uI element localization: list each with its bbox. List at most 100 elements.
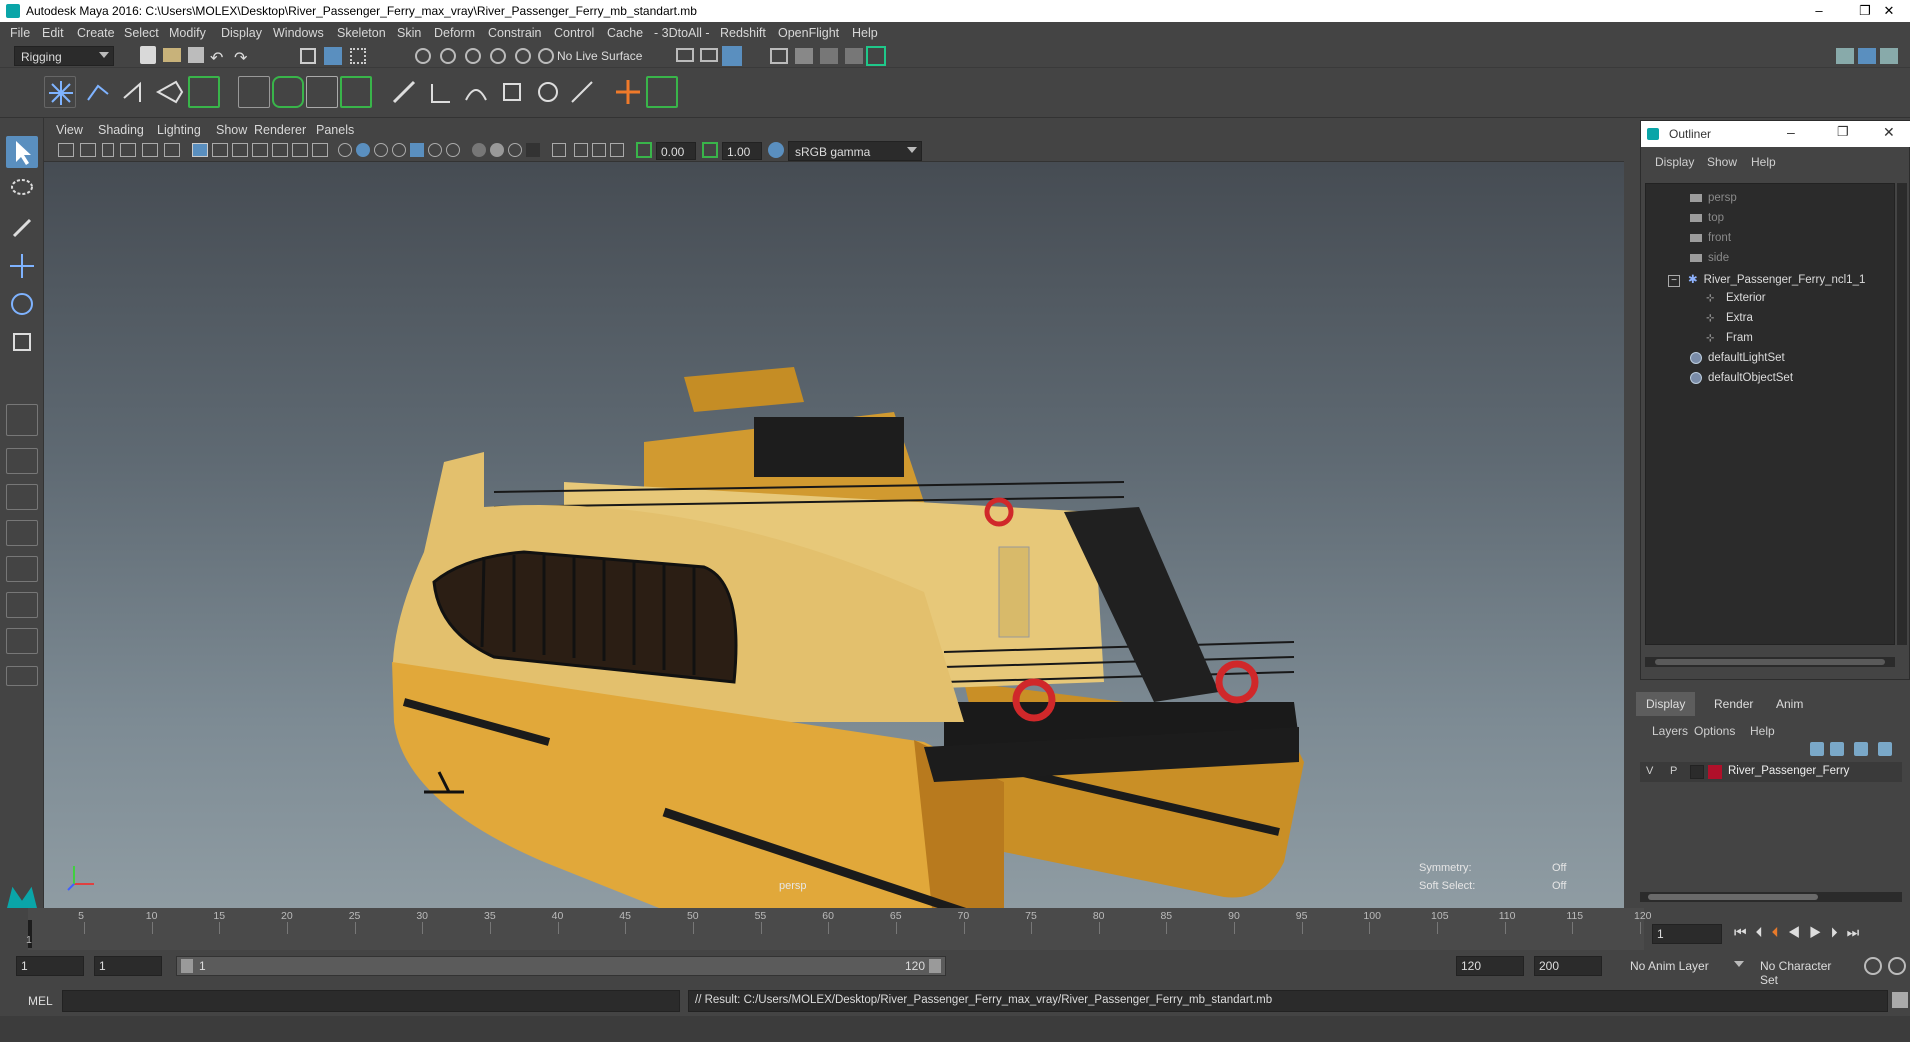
ik-handle-icon[interactable]: [82, 76, 114, 108]
menuset-dropdown[interactable]: Rigging: [14, 46, 114, 66]
ik-spline-icon[interactable]: [118, 76, 150, 108]
play-backwards-icon[interactable]: ◀: [1788, 924, 1810, 940]
perspective-viewport[interactable]: persp Symmetry: Off Soft Select: Off: [44, 162, 1624, 908]
lasso-tool-icon[interactable]: [6, 174, 38, 206]
parent-constraint-icon[interactable]: [388, 76, 420, 108]
camera-attributes-icon[interactable]: [80, 143, 96, 157]
point-constraint-icon[interactable]: [424, 76, 456, 108]
render-view-icon[interactable]: [676, 48, 694, 62]
custom-layout-icon[interactable]: [6, 592, 38, 618]
image-plane-icon[interactable]: [120, 143, 136, 157]
open-scene-icon[interactable]: [163, 48, 181, 62]
outliner-item[interactable]: side: [1690, 252, 1729, 264]
menu-display[interactable]: Display: [221, 26, 262, 40]
render-layer-icon[interactable]: [820, 48, 838, 64]
redshift-render-icon[interactable]: [866, 46, 886, 66]
command-input[interactable]: [62, 990, 680, 1012]
camera-select-icon[interactable]: [58, 143, 74, 157]
new-layer-icon[interactable]: [1854, 742, 1868, 756]
multisample-aa-icon[interactable]: [490, 143, 504, 157]
panel-menu-show[interactable]: Show: [216, 123, 247, 137]
new-layer-selected-icon[interactable]: [1878, 742, 1892, 756]
menu-cache[interactable]: Cache: [607, 26, 643, 40]
outliner-minimize-button[interactable]: –: [1787, 124, 1795, 140]
layout-options-icon[interactable]: [6, 666, 38, 686]
layer-display-type[interactable]: [1690, 765, 1704, 779]
snap-surface-icon[interactable]: [515, 48, 531, 64]
scale-constraint-icon[interactable]: [496, 76, 528, 108]
hypershade-icon[interactable]: [795, 48, 813, 64]
script-editor-icon[interactable]: [1892, 992, 1908, 1008]
undo-icon[interactable]: ↶: [210, 48, 230, 68]
select-component-icon[interactable]: [350, 48, 366, 64]
layer-menu-layers[interactable]: Layers: [1652, 724, 1688, 738]
textured-icon[interactable]: [392, 143, 406, 157]
smooth-shade-icon[interactable]: [356, 143, 370, 157]
panel-menu-panels[interactable]: Panels: [316, 123, 354, 137]
gamma-icon[interactable]: [702, 142, 718, 158]
field-chart-icon[interactable]: [272, 143, 288, 157]
aim-constraint-icon[interactable]: [532, 76, 564, 108]
ipr-render-icon[interactable]: [722, 46, 742, 66]
character-set-dropdown[interactable]: No Character Set: [1754, 956, 1858, 987]
layer-row[interactable]: V P River_Passenger_Ferry: [1640, 762, 1902, 782]
snap-grid-icon[interactable]: [415, 48, 431, 64]
layer-hscroll-thumb[interactable]: [1648, 894, 1818, 900]
menu-windows[interactable]: Windows: [273, 26, 324, 40]
range-start-handle[interactable]: [181, 959, 193, 973]
xray-components-icon[interactable]: [592, 143, 606, 157]
2d-pan-zoom-icon[interactable]: [142, 143, 158, 157]
animation-prefs-icon[interactable]: [1888, 957, 1906, 975]
persp-outliner-layout-icon[interactable]: [6, 484, 38, 510]
snap-curve-icon[interactable]: [440, 48, 456, 64]
outliner-item[interactable]: ⊹ Fram: [1706, 332, 1753, 344]
minimize-button[interactable]: –: [1796, 0, 1842, 22]
view-transform-dropdown[interactable]: sRGB gamma: [788, 141, 922, 161]
layer-menu-help[interactable]: Help: [1750, 724, 1775, 738]
outliner-hscroll-thumb[interactable]: [1655, 659, 1885, 665]
menu-skin[interactable]: Skin: [397, 26, 421, 40]
time-slider-track[interactable]: [28, 908, 1644, 950]
isolate-select-icon[interactable]: [526, 143, 540, 157]
toggle-attribute-editor-icon[interactable]: [1858, 48, 1876, 64]
paint-weights-icon[interactable]: [188, 76, 220, 108]
redo-icon[interactable]: ↷: [234, 48, 254, 68]
playback-end-field[interactable]: 120: [1456, 956, 1524, 976]
playback-start-field[interactable]: 1: [94, 956, 162, 976]
tab-render[interactable]: Render: [1704, 692, 1763, 716]
outliner-item[interactable]: persp: [1690, 192, 1737, 204]
use-all-lights-icon[interactable]: [410, 143, 424, 157]
cluster-icon[interactable]: [238, 76, 270, 108]
paint-select-icon[interactable]: [6, 212, 38, 244]
orient-constraint-icon[interactable]: [460, 76, 492, 108]
outliner-item[interactable]: defaultLightSet: [1690, 352, 1785, 364]
outliner-menu-show[interactable]: Show: [1707, 155, 1737, 169]
film-gate-icon[interactable]: [212, 143, 228, 157]
motion-blur-icon[interactable]: [472, 143, 486, 157]
go-to-end-icon[interactable]: ⏭: [1847, 924, 1869, 940]
outliner-item[interactable]: ⊹ Exterior: [1706, 292, 1766, 304]
step-back-icon[interactable]: ⏴: [1756, 924, 1772, 940]
grid-toggle-icon[interactable]: [192, 143, 208, 157]
skin-bind-icon[interactable]: [154, 76, 186, 108]
tab-anim[interactable]: Anim: [1766, 692, 1813, 716]
new-scene-icon[interactable]: [140, 46, 156, 64]
menu-constrain[interactable]: Constrain: [488, 26, 542, 40]
blendshape-icon[interactable]: [340, 76, 372, 108]
exposure-field[interactable]: 0.00: [656, 142, 696, 160]
panel-menu-shading[interactable]: Shading: [98, 123, 144, 137]
menu-modify[interactable]: Modify: [169, 26, 206, 40]
collapse-toggle[interactable]: −: [1668, 275, 1680, 287]
single-perspective-layout-icon[interactable]: [6, 404, 38, 436]
toggle-channel-box-icon[interactable]: [1880, 48, 1898, 64]
select-tool-icon[interactable]: [6, 136, 38, 168]
xray-icon[interactable]: [552, 143, 566, 157]
panel-menu-lighting[interactable]: Lighting: [157, 123, 201, 137]
outliner-vscrollbar[interactable]: [1897, 183, 1907, 645]
resolution-gate-icon[interactable]: [232, 143, 248, 157]
menu-file[interactable]: File: [10, 26, 30, 40]
color-management-icon[interactable]: [768, 142, 784, 158]
outliner-item[interactable]: ⊹ Extra: [1706, 312, 1753, 324]
exposure-icon[interactable]: [636, 142, 652, 158]
depth-of-field-icon[interactable]: [508, 143, 522, 157]
